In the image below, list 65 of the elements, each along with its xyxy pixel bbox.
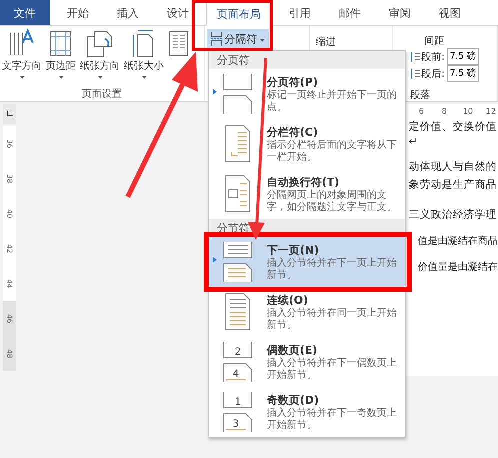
tab-stop-icon xyxy=(6,111,12,117)
page-break-icon xyxy=(222,73,254,115)
caret-icon xyxy=(142,76,146,79)
document-text: 动体现人与自然的 xyxy=(409,160,498,175)
document-text: ↵ xyxy=(409,136,419,150)
ruler-number: 12 xyxy=(486,106,495,116)
menu-item[interactable]: 2 4 偶数页(E) 插入分节符并在下一偶数页上开始新节。 xyxy=(209,337,405,387)
document-text: 价值量是由凝结在 xyxy=(417,260,498,275)
menu-item[interactable]: 1 3 奇数页(D) 插入分节符并在下一奇数页上开始新节。 xyxy=(209,387,405,437)
file-tab[interactable]: 文件 xyxy=(0,0,50,25)
document-text: 三义政治经济学理 xyxy=(409,208,498,223)
spacing-icon xyxy=(410,50,420,62)
item-description: 插入分节符并在下一偶数页上开始新节。 xyxy=(267,358,398,382)
ruler-number: 6 xyxy=(418,106,426,116)
item-title: 连续(O) xyxy=(267,292,310,308)
ribbon-button[interactable]: 文字方向 xyxy=(0,26,44,87)
group-label: 页面设置 xyxy=(80,88,123,101)
menu-item[interactable]: 下一页(N) 插入分节符并在下一页上开始新节。 xyxy=(209,237,405,287)
ribbon-button[interactable]: 纸张方向 xyxy=(78,26,122,87)
breaks-button[interactable]: 分隔符 xyxy=(206,29,269,49)
spacing-icon xyxy=(410,68,420,80)
ruler-number: 10 xyxy=(463,106,472,116)
indent-label: 缩进 xyxy=(316,37,336,48)
ruler-number: 8 xyxy=(440,106,448,116)
ribbon-button[interactable]: 纸张大小 xyxy=(122,26,166,87)
spacing-field[interactable]: 7.5 磅 xyxy=(446,65,480,82)
spacing-label: 段后: xyxy=(422,68,445,80)
item-title: 分栏符(C) xyxy=(267,124,320,140)
columns-icon xyxy=(168,29,190,59)
item-description: 插入分节符并在下一页上开始新节。 xyxy=(267,258,398,282)
item-title: 下一页(N) xyxy=(267,242,320,258)
item-title: 偶数页(E) xyxy=(267,342,319,358)
text-wrap-icon xyxy=(224,174,252,214)
document-text: 象劳动是生产商品 xyxy=(409,178,498,193)
menu-item[interactable]: 分栏符(C) 指示分栏符后面的文字将从下一栏开始。 xyxy=(209,119,405,169)
caret-icon xyxy=(260,39,265,42)
ribbon-button[interactable]: 页边距 xyxy=(44,26,78,87)
item-description: 插入分节符并在下一奇数页上开始新节。 xyxy=(267,408,398,432)
column-break-icon xyxy=(224,124,252,164)
section-header: 分页符 xyxy=(209,51,405,69)
spacing-label: 间距 xyxy=(424,36,445,47)
orientation-icon xyxy=(85,29,115,59)
tab-selector[interactable] xyxy=(3,104,16,124)
document-text: 值是由凝结在商品 xyxy=(417,234,498,249)
document-text: 定价值、交换价值 xyxy=(409,120,498,135)
caret-icon xyxy=(98,76,102,79)
menu-item[interactable]: 分页符(P) 标记一页终止并开始下一页的点。 xyxy=(209,69,405,119)
continuous-section-icon xyxy=(224,292,252,332)
next-page-icon xyxy=(222,241,254,283)
spacing-field[interactable]: 7.5 磅 xyxy=(446,48,480,65)
group-label: 段落 xyxy=(410,90,431,101)
item-description: 插入分节符并在同一页上开始新节。 xyxy=(267,308,398,332)
item-description: 分隔网页上的对象周围的文字，如分隔题注文字与正文。 xyxy=(267,190,398,214)
item-title: 自动换行符(T) xyxy=(267,174,341,190)
margins-icon xyxy=(49,29,73,59)
menu-item[interactable]: 自动换行符(T) 分隔网页上的对象周围的文字，如分隔题注文字与正文。 xyxy=(209,169,405,219)
item-description: 标记一页终止并开始下一页的点。 xyxy=(267,90,398,114)
item-description: 指示分栏符后面的文字将从下一栏开始。 xyxy=(267,140,398,164)
paper-size-icon xyxy=(132,29,156,59)
caret-icon xyxy=(20,76,24,79)
spacing-label: 段前: xyxy=(422,50,445,64)
item-title: 分页符(P) xyxy=(267,74,320,90)
breaks-icon xyxy=(210,32,223,46)
item-title: 奇数页(D) xyxy=(267,392,320,408)
caret-icon xyxy=(58,76,64,79)
